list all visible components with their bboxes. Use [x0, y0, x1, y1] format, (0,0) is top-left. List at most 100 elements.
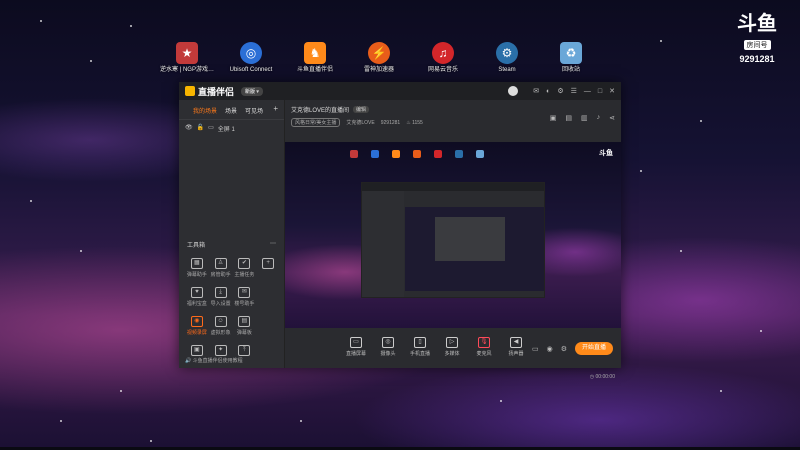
source-controls: ▭ 直播屏幕 ◎ 摄像头 ▯ 手机直播 ▷ 多媒体 🎙 麦克风 ◀ 扬声器	[341, 337, 531, 357]
message-icon[interactable]: ✉	[533, 87, 539, 95]
control-label: 直播屏幕	[345, 351, 366, 357]
tool-label: 导入设置	[210, 301, 231, 307]
desktop-icon-steam[interactable]: ⚙ Steam	[475, 42, 539, 74]
control-label: 手机直播	[409, 351, 430, 357]
tool-icon: ♙	[214, 258, 227, 269]
preview-eye-icon[interactable]: ◉	[547, 345, 553, 353]
tool-item[interactable]: ▦ 弹幕助手	[185, 258, 209, 278]
tool-item[interactable]: ♥ 福利宝盒	[185, 287, 209, 307]
tool-item[interactable]: ⤓ 导入设置	[209, 287, 233, 307]
lock-icon[interactable]: 🔓	[197, 124, 204, 133]
tab-scenes[interactable]: 场景	[225, 106, 237, 115]
ubisoft-icon: ◎	[240, 42, 262, 64]
lock-room-icon[interactable]: ▤	[565, 114, 572, 122]
tool-icon: ☺	[214, 316, 227, 327]
desktop-icon-recycle-bin[interactable]: ♻ 回收站	[539, 42, 603, 74]
desktop-icon-douyu[interactable]: ♞ 斗鱼直播伴侣	[283, 42, 347, 74]
bell-icon[interactable]: ♪	[597, 114, 601, 122]
gift-icon[interactable]: ▣	[550, 114, 557, 122]
avatar[interactable]	[508, 86, 519, 96]
tutorial-tip[interactable]: 🔊 斗鱼直播伴侣使用教程	[185, 357, 243, 364]
preview-douyu-logo: 斗鱼	[599, 150, 613, 157]
tool-icon: ✦	[214, 345, 227, 356]
minimize-icon[interactable]: —	[584, 88, 591, 95]
control-bar: ▭ 直播屏幕 ◎ 摄像头 ▯ 手机直播 ▷ 多媒体 🎙 麦克风 ◀ 扬声器	[285, 332, 621, 362]
douyu-logo: 斗鱼	[737, 11, 777, 35]
control-label: 摄像头	[380, 351, 396, 357]
tool-item[interactable]: ✉ 楼号助手	[233, 287, 257, 307]
window-controls: ✉ ◐ ⚙ ☰ — □ ✕	[508, 86, 615, 96]
start-live-button[interactable]: 开始直播	[575, 342, 613, 355]
tool-icon: ♥	[190, 287, 203, 298]
edit-title-button[interactable]: 编辑	[353, 106, 370, 113]
tool-label: 房管助手	[210, 272, 231, 278]
tool-item[interactable]: +	[256, 258, 280, 278]
control-icon: ▷	[446, 337, 458, 348]
toolbox-title: 工具箱	[187, 243, 206, 249]
control-icon: ▯	[414, 337, 426, 348]
control-label: 多媒体	[444, 351, 460, 357]
category-badge[interactable]: 风格日常/美女主播	[291, 118, 341, 127]
tool-icon: ▦	[190, 258, 203, 269]
tool-label: 视频录屏	[186, 330, 207, 336]
tool-item[interactable]	[256, 316, 280, 336]
tool-item[interactable]: ◉ 视频录屏	[185, 316, 209, 336]
desktop-icon-accelerator[interactable]: ⚡ 雷神加速器	[347, 42, 411, 74]
tool-icon: ⤒	[238, 345, 251, 356]
control-0[interactable]: ▭ 直播屏幕	[341, 337, 371, 357]
room-tools: ▣ ▤ ▥ ♪ ⋖	[550, 114, 615, 122]
desktop-icon-ubisoft[interactable]: ◎ Ubisoft Connect	[219, 42, 283, 74]
toolbox-more-icon[interactable]: ⋯	[270, 240, 276, 249]
bag-icon[interactable]: ▥	[581, 114, 588, 122]
control-icon: ◀	[510, 337, 522, 348]
eye-icon[interactable]: 👁	[185, 124, 193, 133]
tool-label: 福利宝盒	[186, 301, 207, 307]
room-label: 房间号	[743, 40, 771, 50]
menu-icon[interactable]: ☰	[571, 87, 577, 95]
scene-tabs: 我的场景 场景 可见场 +	[179, 100, 284, 120]
room-id: 9291281	[739, 54, 775, 64]
tool-item[interactable]	[256, 287, 280, 307]
control-5[interactable]: ◀ 扬声器	[501, 337, 531, 357]
toolbox-grid: ▦ 弹幕助手 ♙ 房管助手 ✔ 主播任务 + ♥ 福利宝盒 ⤓ 导入设置 ✉ 楼号助手 ◉ 视频录屏 ☺ 虚拟形…	[185, 258, 280, 358]
gear-icon[interactable]: ⚙	[561, 345, 567, 353]
share-icon[interactable]: ⋖	[609, 114, 615, 122]
tool-item[interactable]: ▤ 弹幕板	[233, 316, 257, 336]
game-icon: ★	[176, 42, 198, 64]
desktop-icon-game[interactable]: ★ 逆水寒 | NGP游戏…	[155, 42, 219, 74]
control-2[interactable]: ▯ 手机直播	[405, 337, 435, 357]
control-4[interactable]: 🎙 麦克风	[469, 337, 499, 357]
title-bar: 直播伴侣 新版 ▾ ✉ ◐ ⚙ ☰ — □ ✕	[179, 82, 621, 100]
close-icon[interactable]: ✕	[609, 87, 615, 95]
tool-item[interactable]: ♙ 房管助手	[209, 258, 233, 278]
add-scene-icon[interactable]: +	[273, 105, 278, 115]
screen-icon: ▭	[208, 125, 214, 131]
douyu-icon: ♞	[304, 42, 326, 64]
tool-label: 弹幕板	[236, 330, 252, 336]
control-1[interactable]: ◎ 摄像头	[373, 337, 403, 357]
scene-item[interactable]: 👁 🔓 ▭ 全屏 1	[179, 120, 284, 137]
maximize-icon[interactable]: □	[598, 88, 602, 95]
app-brand: 直播伴侣 新版 ▾	[185, 85, 263, 98]
tool-item[interactable]: ✔ 主播任务	[233, 258, 257, 278]
stream-preview[interactable]: 斗鱼	[285, 142, 621, 328]
skin-icon[interactable]: ◐	[546, 88, 550, 95]
tool-item[interactable]: ☺ 虚拟形象	[209, 316, 233, 336]
fans-count: ♨ 1155	[406, 119, 423, 126]
streaming-app-window: 直播伴侣 新版 ▾ ✉ ◐ ⚙ ☰ — □ ✕ 我的场景 场景 可见场 + 👁 …	[179, 82, 621, 380]
room-title: 艾克德LOVE的直播间	[291, 108, 350, 114]
tab-visible[interactable]: 可见场	[245, 106, 263, 115]
tab-my-scenes[interactable]: 我的场景	[193, 106, 217, 115]
control-label: 麦克风	[476, 351, 492, 357]
version-badge[interactable]: 新版 ▾	[241, 86, 263, 96]
tool-label: 弹幕助手	[186, 272, 207, 278]
control-3[interactable]: ▷ 多媒体	[437, 337, 467, 357]
record-icon[interactable]: ▭	[532, 345, 539, 353]
desktop-icon-music[interactable]: ♫ 网易云音乐	[411, 42, 475, 74]
douyu-watermark: 斗鱼 房间号 9291281	[732, 12, 782, 64]
tool-item[interactable]	[256, 345, 280, 358]
app-logo-icon	[185, 86, 195, 96]
settings-icon[interactable]: ⚙	[557, 87, 563, 95]
live-timer: ◷ 00:00:00	[589, 374, 615, 380]
tool-label: 楼号助手	[234, 301, 255, 307]
